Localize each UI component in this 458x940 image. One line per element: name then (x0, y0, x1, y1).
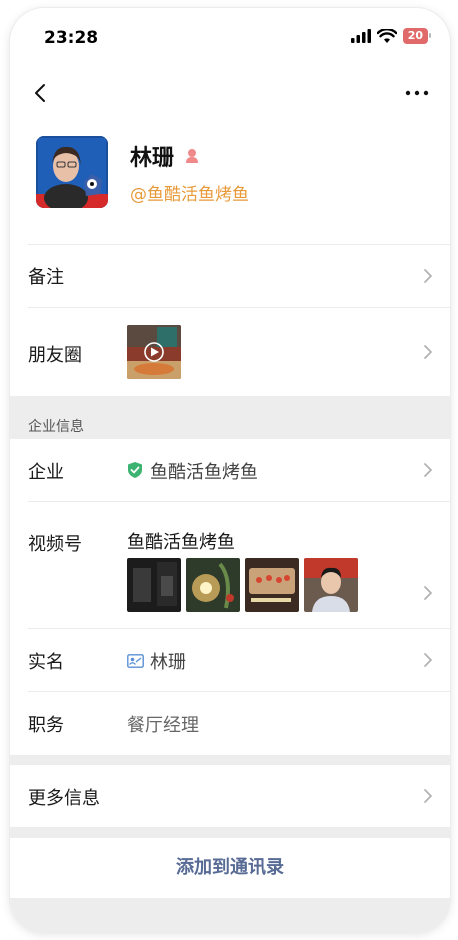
chevron-right-icon (424, 653, 432, 667)
enterprise-section-header: 企业信息 (10, 396, 450, 439)
channel-video-thumbnail[interactable] (245, 558, 299, 612)
remark-label: 备注 (28, 267, 64, 288)
channel-video-thumbnail[interactable] (127, 558, 181, 612)
id-card-icon (127, 654, 144, 668)
status-icons: 20 (350, 28, 432, 44)
channels-row[interactable]: 视频号 鱼酷活鱼烤鱼 (10, 502, 450, 628)
section-gap (10, 755, 450, 765)
channel-video-thumbnail[interactable] (186, 558, 240, 612)
section-title: 企业信息 (28, 419, 84, 435)
signal-icon (350, 29, 371, 43)
realname-label: 实名 (28, 652, 64, 673)
channel-video-thumbnail[interactable] (304, 558, 358, 612)
chevron-right-icon (424, 269, 432, 283)
moments-row[interactable]: 朋友圈 (10, 308, 450, 396)
company-row[interactable]: 企业 鱼酷活鱼烤鱼 (10, 439, 450, 501)
moments-thumbnail[interactable] (127, 325, 181, 379)
channels-value: 鱼酷活鱼烤鱼 (127, 532, 235, 553)
phone-frame: 23:28 20 林珊 @鱼酷活鱼烤鱼 备注 朋友圈 企业信息 企业 鱼酷活鱼烤… (10, 8, 450, 932)
battery-indicator: 20 (402, 28, 432, 44)
chevron-right-icon (424, 345, 432, 359)
position-label: 职务 (28, 715, 64, 736)
female-icon (186, 149, 199, 163)
channels-label: 视频号 (28, 534, 82, 555)
nav-bar (10, 68, 450, 118)
position-row: 职务 餐厅经理 (10, 692, 450, 755)
wifi-icon (376, 28, 397, 43)
realname-value: 林珊 (150, 652, 186, 673)
contact-name: 林珊 (130, 146, 175, 171)
add-to-contacts-button[interactable]: 添加到通讯录 (10, 838, 450, 898)
more-button[interactable] (400, 76, 434, 110)
avatar-image (36, 136, 108, 208)
avatar[interactable] (36, 136, 108, 208)
position-value: 餐厅经理 (127, 715, 199, 736)
chevron-right-icon (424, 586, 432, 600)
remark-row[interactable]: 备注 (10, 245, 450, 307)
company-value: 鱼酷活鱼烤鱼 (150, 462, 258, 483)
chevron-right-icon (424, 789, 432, 803)
company-label: 企业 (28, 462, 64, 483)
chevron-right-icon (424, 463, 432, 477)
verified-shield-icon (128, 462, 142, 478)
bottom-area (10, 898, 450, 932)
more-info-label: 更多信息 (28, 788, 100, 809)
section-gap (10, 827, 450, 838)
realname-row[interactable]: 实名 林珊 (10, 629, 450, 691)
back-button[interactable] (24, 76, 58, 110)
status-bar: 23:28 20 (10, 8, 450, 68)
chevron-left-icon (35, 84, 45, 102)
profile-header: 林珊 @鱼酷活鱼烤鱼 (10, 118, 450, 244)
company-tag[interactable]: @鱼酷活鱼烤鱼 (130, 180, 249, 205)
more-info-row[interactable]: 更多信息 (10, 765, 450, 827)
moments-label: 朋友圈 (28, 345, 82, 366)
more-dots-icon (405, 90, 429, 96)
name-row: 林珊 (130, 140, 200, 172)
status-time: 23:28 (44, 28, 99, 48)
